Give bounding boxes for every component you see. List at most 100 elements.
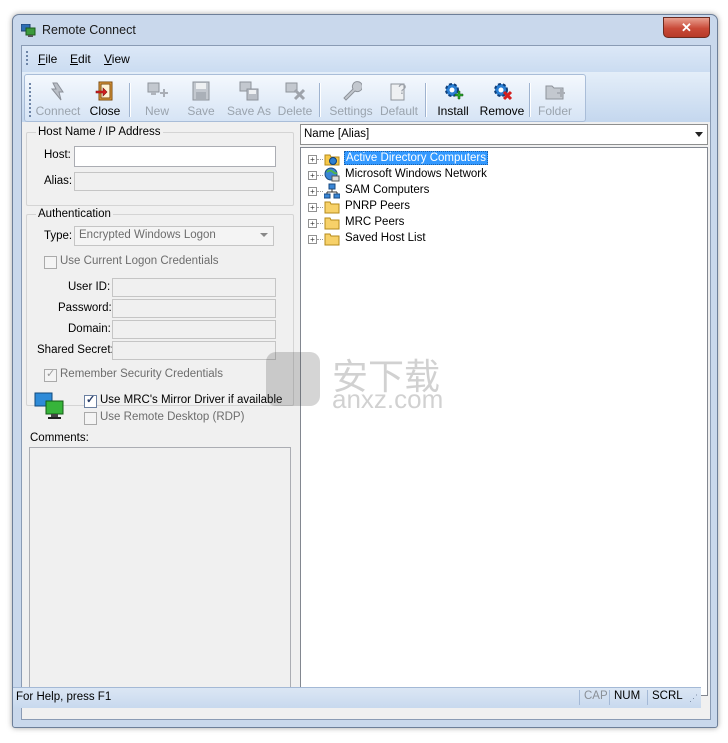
remove-gear-icon — [494, 83, 513, 101]
menu-view[interactable]: View — [104, 52, 130, 66]
folder-icon — [324, 233, 340, 246]
expand-icon[interactable]: + — [308, 155, 317, 164]
host-tree-pane: Name [Alias] + Active Directory Computer… — [300, 124, 708, 714]
menu-file[interactable]: File — [38, 52, 57, 66]
remember-credentials-checkbox[interactable] — [44, 367, 57, 382]
save-button[interactable]: Save — [181, 78, 221, 120]
host-tree[interactable]: + Active Directory Computers + Microsoft… — [300, 147, 708, 696]
new-button[interactable]: New — [137, 78, 177, 120]
tree-connector — [317, 207, 323, 208]
menubar-grip[interactable] — [26, 51, 28, 67]
default-help-icon: ? — [390, 81, 406, 101]
tree-connector — [317, 239, 323, 240]
tree-item-label: SAM Computers — [345, 184, 430, 196]
domain-label: Domain: — [68, 323, 111, 335]
expand-icon[interactable]: + — [308, 171, 317, 180]
remote-connect-app-icon — [21, 24, 36, 37]
tree-item-label: Microsoft Windows Network — [345, 168, 487, 180]
save-as-button[interactable]: Save As — [225, 78, 273, 120]
tree-item-label: PNRP Peers — [345, 200, 410, 212]
password-label: Password: — [58, 302, 112, 314]
tree-item-pnrp-peers[interactable]: + PNRP Peers — [308, 199, 508, 215]
chevron-down-icon — [260, 233, 268, 237]
type-select-value: Encrypted Windows Logon — [79, 229, 216, 241]
save-disk-icon — [192, 81, 210, 101]
toolbar-separator — [319, 83, 321, 117]
install-button[interactable]: Install — [431, 78, 475, 120]
toolbar-grip[interactable] — [29, 83, 31, 117]
close-button[interactable]: Close — [85, 78, 125, 120]
toolbar-separator — [425, 83, 427, 117]
rdp-checkbox[interactable] — [84, 412, 97, 425]
use-current-logon-label: Use Current Logon Credentials — [60, 255, 219, 267]
toolbar: Connect Close New Save Save As Delete Se… — [22, 72, 710, 122]
tree-connector — [317, 159, 323, 160]
num-lock-indicator: NUM — [609, 690, 640, 705]
delete-icon — [285, 82, 306, 101]
toolbar-strip: Connect Close New Save Save As Delete Se… — [24, 74, 586, 122]
shared-secret-field[interactable] — [112, 341, 276, 360]
host-field[interactable] — [74, 146, 276, 167]
toolbar-separator — [129, 83, 131, 117]
host-label: Host: — [44, 149, 71, 161]
delete-button[interactable]: Delete — [275, 78, 315, 120]
mirror-driver-label: Use MRC's Mirror Driver if available — [100, 394, 283, 406]
save-as-icon — [239, 81, 259, 101]
alias-label: Alias: — [44, 175, 73, 187]
comments-field[interactable] — [29, 447, 291, 695]
expand-icon[interactable]: + — [308, 235, 317, 244]
window-title: Remote Connect — [42, 23, 136, 37]
shared-secret-label: Shared Secret: — [37, 344, 114, 356]
close-door-icon — [95, 81, 113, 101]
tree-connector — [317, 223, 323, 224]
install-gear-icon — [445, 83, 464, 100]
connect-button[interactable]: Connect — [33, 78, 83, 120]
toolbar-separator — [529, 83, 531, 117]
client-area: File Edit View Connect Close New Save Sa… — [21, 45, 711, 720]
userid-field[interactable] — [112, 278, 276, 297]
title-bar[interactable]: Remote Connect ✕ — [13, 15, 717, 45]
mirror-driver-checkbox[interactable] — [84, 393, 97, 408]
new-computer-icon — [147, 82, 168, 97]
tree-item-active-directory[interactable]: + Active Directory Computers — [308, 151, 508, 167]
expand-icon[interactable]: + — [308, 187, 317, 196]
use-current-logon-checkbox[interactable] — [44, 256, 57, 269]
default-button[interactable]: ? Default — [377, 78, 421, 120]
folder-icon — [324, 201, 340, 214]
connect-icon — [50, 82, 64, 101]
folder-button[interactable]: Folder — [535, 78, 575, 120]
authentication-group-title: Authentication — [36, 208, 113, 220]
type-label: Type: — [44, 230, 73, 242]
tree-sort-select[interactable]: Name [Alias] — [300, 124, 708, 145]
expand-icon[interactable]: + — [308, 219, 317, 228]
close-window-button[interactable]: ✕ — [663, 17, 710, 38]
comments-label: Comments: — [30, 432, 89, 444]
tree-item-sam-computers[interactable]: + SAM Computers — [308, 183, 508, 199]
tree-item-mrc-peers[interactable]: + MRC Peers — [308, 215, 508, 231]
domain-field[interactable] — [112, 320, 276, 339]
expand-icon[interactable]: + — [308, 203, 317, 212]
tree-connector — [317, 191, 323, 192]
settings-button[interactable]: Settings — [327, 78, 375, 120]
tree-item-windows-network[interactable]: + Microsoft Windows Network — [308, 167, 508, 183]
host-group-title: Host Name / IP Address — [36, 126, 163, 138]
app-window: Remote Connect ✕ File Edit View Connect — [12, 14, 718, 728]
scroll-lock-indicator: SCRL — [647, 690, 683, 705]
remove-button[interactable]: Remove — [479, 78, 525, 120]
status-help-text: For Help, press F1 — [16, 691, 112, 703]
remember-credentials-label: Remember Security Credentials — [60, 368, 223, 380]
status-bar: For Help, press F1 CAP NUM SCRL ⋰ — [13, 687, 701, 708]
svg-text:?: ? — [398, 81, 406, 98]
alias-field[interactable] — [74, 172, 274, 191]
chevron-down-icon — [695, 132, 703, 137]
type-select[interactable]: Encrypted Windows Logon — [74, 226, 274, 246]
password-field[interactable] — [112, 299, 276, 318]
mirror-driver-computers-icon — [34, 392, 64, 419]
host-group — [26, 132, 294, 206]
tree-item-saved-host-list[interactable]: + Saved Host List — [308, 231, 508, 247]
userid-label: User ID: — [68, 281, 111, 293]
new-folder-icon — [545, 85, 565, 100]
menu-edit[interactable]: Edit — [70, 52, 91, 66]
resize-grip[interactable]: ⋰ — [689, 693, 698, 704]
folder-icon — [324, 217, 340, 230]
